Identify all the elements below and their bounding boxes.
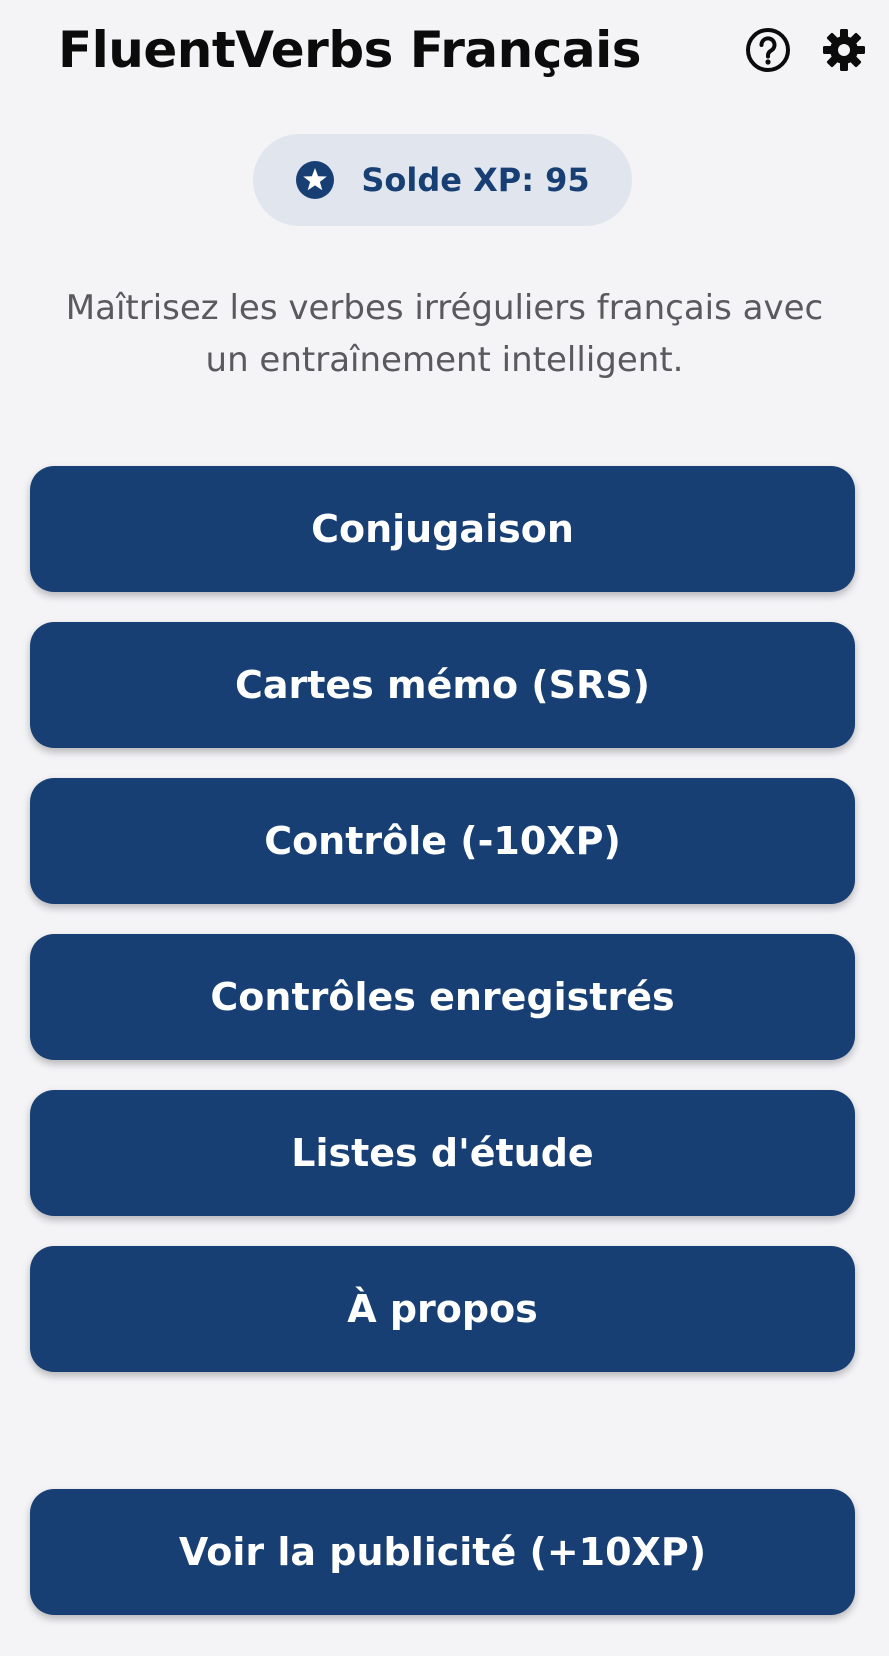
about-button[interactable]: À propos <box>30 1246 855 1372</box>
quiz-button[interactable]: Contrôle (-10XP) <box>30 778 855 904</box>
star-badge-icon <box>295 160 335 200</box>
watch-ad-button[interactable]: Voir la publicité (+10XP) <box>30 1489 855 1615</box>
app-title: FluentVerbs Français <box>58 21 642 79</box>
xp-balance-label: Solde XP: 95 <box>361 161 590 199</box>
tagline: Maîtrisez les verbes irréguliers françai… <box>65 288 824 380</box>
gear-icon <box>823 29 865 71</box>
study-lists-button[interactable]: Listes d'étude <box>30 1090 855 1216</box>
flashcards-button[interactable]: Cartes mémo (SRS) <box>30 622 855 748</box>
help-button[interactable] <box>742 24 794 76</box>
xp-balance-badge: Solde XP: 95 <box>253 134 632 226</box>
saved-quizzes-button[interactable]: Contrôles enregistrés <box>30 934 855 1060</box>
settings-button[interactable] <box>818 24 870 76</box>
conjugation-button[interactable]: Conjugaison <box>30 466 855 592</box>
help-circle-icon <box>746 28 790 72</box>
home-screen: FluentVerbs Français Solde XP: 95 Maîtri… <box>0 0 889 1656</box>
